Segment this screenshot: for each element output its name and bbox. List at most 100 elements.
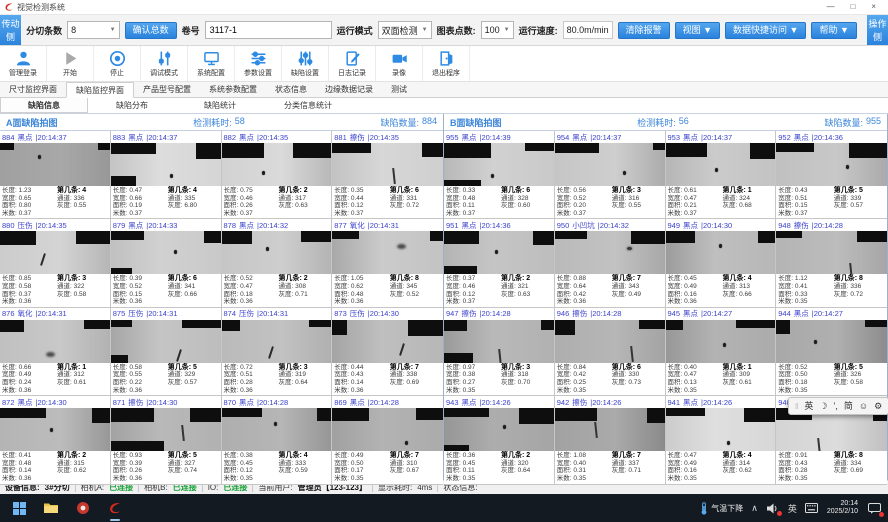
debug-mode-button[interactable]: 调试模式 bbox=[141, 46, 188, 81]
defect-cell[interactable]: 872 黑点 |20:14:30 长度: 0.41 宽度: 0.48 面积: 0… bbox=[0, 396, 111, 484]
defect-cell[interactable]: 953 黑点 |20:14:37 长度: 0.61 宽度: 0.47 面积: 0… bbox=[666, 131, 777, 219]
minimize-button[interactable]: — bbox=[826, 3, 834, 11]
defect-time: |20:14:37 bbox=[36, 133, 67, 142]
data-access-menu-button[interactable]: 数据快捷访问 ▼ bbox=[725, 22, 806, 39]
file-explorer-icon[interactable] bbox=[42, 499, 60, 517]
exit-program-button[interactable]: 退出程序 bbox=[423, 46, 470, 81]
weather-widget[interactable]: 气温下降 bbox=[700, 502, 743, 515]
taskbar-app-icon-vision-system[interactable] bbox=[106, 499, 124, 517]
roll-no-input[interactable] bbox=[205, 21, 332, 39]
touch-keyboard-icon[interactable] bbox=[805, 501, 819, 515]
start-button[interactable]: 开始 bbox=[47, 46, 94, 81]
subtab-class-stats[interactable]: 分类信息统计 bbox=[264, 98, 352, 113]
chart-points-select[interactable]: 100▼ bbox=[481, 21, 514, 39]
clear-alarm-button[interactable]: 清除报警 bbox=[618, 22, 670, 39]
defect-cell[interactable]: 875 压伤 |20:14:31 长度: 0.58 宽度: 0.55 面积: 0… bbox=[111, 308, 222, 396]
defect-cell[interactable]: 877 氧化 |20:14:31 长度: 1.05 宽度: 0.62 面积: 0… bbox=[332, 219, 443, 307]
tab-status-info[interactable]: 状态信息 bbox=[266, 82, 316, 97]
defect-cell[interactable]: 873 压伤 |20:14:30 长度: 0.44 宽度: 0.43 面积: 0… bbox=[332, 308, 443, 396]
defect-cell-header: 873 压伤 |20:14:30 bbox=[332, 308, 443, 320]
confirm-total-button[interactable]: 确认总数 bbox=[125, 22, 177, 39]
defect-cell[interactable]: 954 黑点 |20:14:37 长度: 0.56 宽度: 0.52 面积: 0… bbox=[555, 131, 666, 219]
defect-cell[interactable]: 884 黑点 |20:14:37 长度: 1.23 宽度: 0.65 面积: 0… bbox=[0, 131, 111, 219]
defect-meter: 米数: 0.36 bbox=[668, 298, 723, 306]
defect-cell[interactable]: 878 黑点 |20:14:32 长度: 0.52 宽度: 0.47 面积: 0… bbox=[222, 219, 333, 307]
defect-cell[interactable]: 941 黑点 |20:14:26 长度: 0.47 宽度: 0.49 面积: 0… bbox=[666, 396, 777, 484]
defect-cell[interactable]: 942 擦伤 |20:14:26 长度: 1.08 宽度: 0.40 面积: 0… bbox=[555, 396, 666, 484]
defect-cell[interactable]: 881 擦伤 |20:14:35 长度: 0.35 宽度: 0.44 面积: 0… bbox=[332, 131, 443, 219]
start-menu-icon[interactable] bbox=[10, 499, 28, 517]
defect-cell[interactable]: 951 黑点 |20:14:36 长度: 0.37 宽度: 0.46 面积: 0… bbox=[444, 219, 555, 307]
close-button[interactable]: × bbox=[871, 3, 876, 11]
tab-size-monitor[interactable]: 尺寸监控界面 bbox=[0, 82, 66, 97]
tab-defect-monitor[interactable]: 缺陷监控界面 bbox=[66, 82, 134, 98]
subtab-defect-stats[interactable]: 缺陷统计 bbox=[176, 98, 264, 113]
admin-login-button[interactable]: 管理登录 bbox=[0, 46, 47, 81]
stop-button[interactable]: 停止 bbox=[94, 46, 141, 81]
volume-icon[interactable] bbox=[766, 501, 780, 515]
defect-cell[interactable]: 876 氧化 |20:14:31 长度: 0.66 宽度: 0.49 面积: 0… bbox=[0, 308, 111, 396]
defect-cell[interactable]: 949 黑点 |20:14:30 长度: 0.45 宽度: 0.49 面积: 0… bbox=[666, 219, 777, 307]
defect-cell[interactable]: 871 擦伤 |20:14:30 长度: 0.93 宽度: 0.39 面积: 0… bbox=[111, 396, 222, 484]
defect-cell[interactable]: 869 黑点 |20:14:28 长度: 0.49 宽度: 0.50 面积: 0… bbox=[332, 396, 443, 484]
defect-length: 长度: 1.08 bbox=[557, 452, 612, 460]
tab-test[interactable]: 测试 bbox=[382, 82, 416, 97]
run-mode-select[interactable]: 双面检测▼ bbox=[378, 21, 432, 39]
defect-image bbox=[222, 320, 332, 363]
ime-simplified-toggle[interactable]: 简 bbox=[844, 402, 853, 411]
sliders-vertical-icon bbox=[297, 50, 314, 67]
defect-cell[interactable]: 948 擦伤 |20:14:28 长度: 1.12 宽度: 0.41 面积: 0… bbox=[776, 219, 887, 307]
slit-count-select[interactable]: 8▼ bbox=[67, 21, 119, 39]
tab-system-params[interactable]: 系统参数配置 bbox=[200, 82, 266, 97]
taskbar-app-icon-red[interactable] bbox=[74, 499, 92, 517]
system-config-button[interactable]: 系统配置 bbox=[188, 46, 235, 81]
defect-cell[interactable]: 879 黑点 |20:14:33 长度: 0.39 宽度: 0.52 面积: 0… bbox=[111, 219, 222, 307]
maximize-button[interactable]: □ bbox=[850, 3, 855, 11]
drive-side-button[interactable]: 传动侧 bbox=[0, 15, 21, 45]
defect-cell[interactable]: 946 擦伤 |20:14:28 长度: 0.84 宽度: 0.42 面积: 0… bbox=[555, 308, 666, 396]
image-corner-block bbox=[0, 143, 14, 150]
defect-cell-header: 941 黑点 |20:14:26 bbox=[666, 396, 776, 408]
defect-cell[interactable]: 952 黑点 |20:14:36 长度: 0.43 宽度: 0.51 面积: 0… bbox=[776, 131, 887, 219]
defect-cell[interactable]: 947 擦伤 |20:14:28 长度: 0.97 宽度: 0.38 面积: 0… bbox=[444, 308, 555, 396]
ime-indicator[interactable]: 英 bbox=[788, 502, 797, 515]
image-corner-block bbox=[444, 353, 473, 363]
tab-edge-data[interactable]: 边缘数据记录 bbox=[316, 82, 382, 97]
defect-cell[interactable]: 950 小凹坑 |20:14:32 长度: 0.88 宽度: 0.64 面积: … bbox=[555, 219, 666, 307]
ime-drag-handle[interactable]: ‖ bbox=[795, 402, 798, 411]
ime-settings-icon[interactable]: ⚙ bbox=[874, 402, 882, 411]
param-settings-button[interactable]: 参数设置 bbox=[235, 46, 282, 81]
defect-cell[interactable]: 880 压伤 |20:14:35 长度: 0.85 宽度: 0.58 面积: 0… bbox=[0, 219, 111, 307]
defect-id: 877 bbox=[334, 221, 347, 230]
subtab-defect-info[interactable]: 缺陷信息 bbox=[0, 98, 88, 113]
defect-cell[interactable]: 955 黑点 |20:14:39 长度: 0.33 宽度: 0.48 面积: 0… bbox=[444, 131, 555, 219]
ime-lang-toggle[interactable]: 英 bbox=[804, 402, 813, 411]
ime-punct-toggle[interactable]: ’, bbox=[833, 402, 838, 411]
ime-moon-icon[interactable]: ☽ bbox=[819, 402, 827, 411]
defect-settings-button[interactable]: 缺陷设置 bbox=[282, 46, 329, 81]
defect-strip-no: 第几条: 2 bbox=[278, 187, 329, 195]
log-record-button[interactable]: 日志记录 bbox=[329, 46, 376, 81]
defect-cell[interactable]: 943 黑点 |20:14:26 长度: 0.36 宽度: 0.45 面积: 0… bbox=[444, 396, 555, 484]
subtab-defect-distribution[interactable]: 缺陷分布 bbox=[88, 98, 176, 113]
defect-width: 宽度: 0.41 bbox=[778, 283, 834, 291]
defect-meta: 长度: 0.35 宽度: 0.44 面积: 0.12 米数: 0.37 第几条:… bbox=[332, 186, 443, 218]
sliders-horizontal-icon bbox=[250, 50, 267, 67]
defect-cell[interactable]: 944 黑点 |20:14:27 长度: 0.52 宽度: 0.50 面积: 0… bbox=[776, 308, 887, 396]
view-menu-button[interactable]: 视图 ▼ bbox=[675, 22, 720, 39]
defect-cell[interactable]: 870 黑点 |20:14:28 长度: 0.38 宽度: 0.45 面积: 0… bbox=[222, 396, 333, 484]
ime-emoji-icon[interactable]: ☺ bbox=[859, 402, 868, 411]
help-menu-button[interactable]: 帮助 ▼ bbox=[811, 22, 856, 39]
defect-cell[interactable]: 883 黑点 |20:14:37 长度: 0.47 宽度: 0.66 面积: 0… bbox=[111, 131, 222, 219]
tray-expand-chevron-icon[interactable]: ∧ bbox=[751, 503, 758, 514]
defect-cell[interactable]: 945 黑点 |20:14:27 长度: 0.40 宽度: 0.47 面积: 0… bbox=[666, 308, 777, 396]
tab-product-config[interactable]: 产品型号配置 bbox=[134, 82, 200, 97]
record-video-button[interactable]: 录像 bbox=[376, 46, 423, 81]
defect-time: |20:14:28 bbox=[368, 398, 399, 407]
defect-cell[interactable]: 882 黑点 |20:14:35 长度: 0.75 宽度: 0.46 面积: 0… bbox=[222, 131, 333, 219]
defect-cell[interactable]: 874 压伤 |20:14:31 长度: 0.72 宽度: 0.51 面积: 0… bbox=[222, 308, 333, 396]
notification-center-icon[interactable] bbox=[866, 500, 882, 516]
taskbar-clock[interactable]: 20:14 2025/2/10 bbox=[827, 500, 858, 516]
defect-meta: 长度: 0.36 宽度: 0.45 面积: 0.11 米数: 0.35 第几条:… bbox=[444, 451, 554, 483]
operate-side-button[interactable]: 操作侧 bbox=[867, 15, 888, 45]
